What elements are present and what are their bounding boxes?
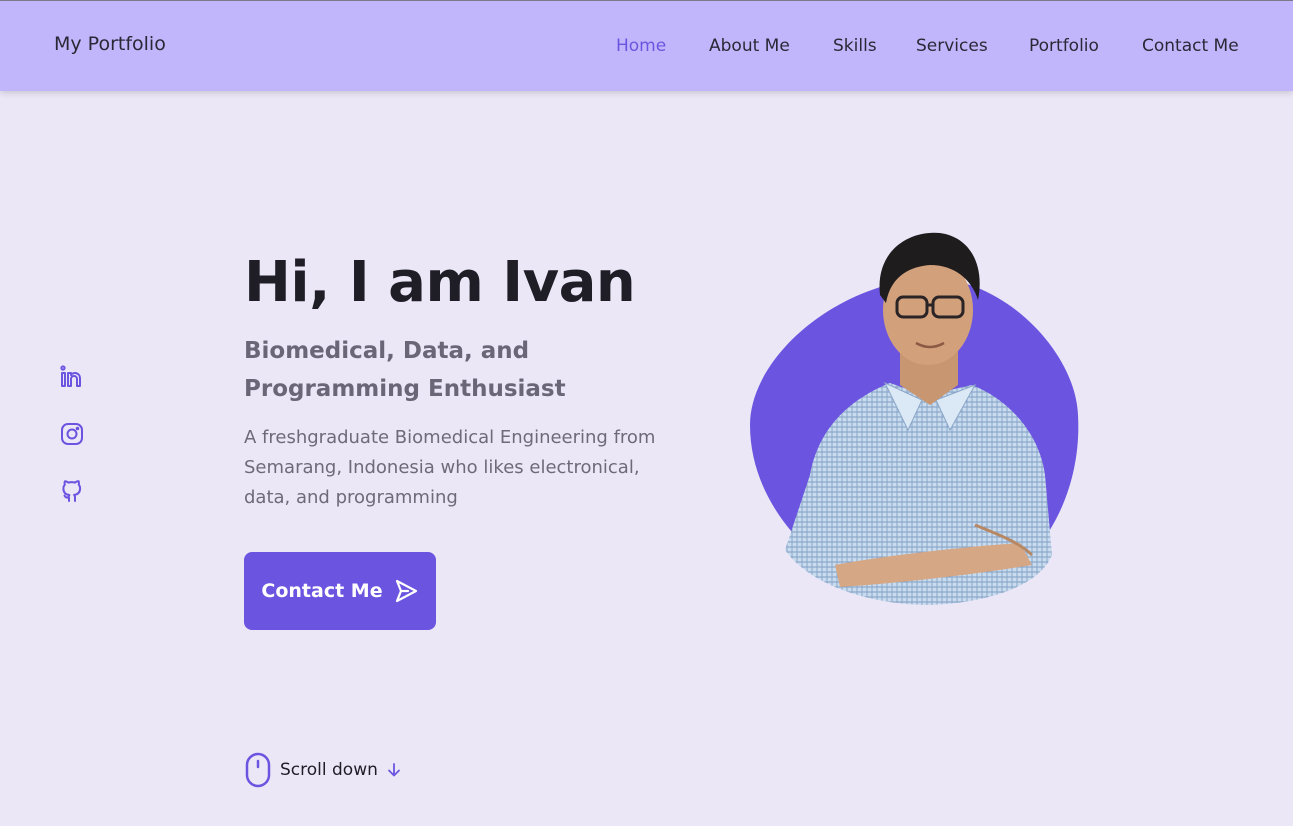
- nav-contact-me[interactable]: Contact Me: [1142, 36, 1239, 56]
- contact-me-button[interactable]: Contact Me: [244, 552, 436, 630]
- nav-skills[interactable]: Skills: [833, 36, 877, 56]
- nav-portfolio[interactable]: Portfolio: [1029, 36, 1099, 56]
- mouse-icon: [245, 752, 271, 788]
- main-nav: Home About Me Skills Services Portfolio …: [0, 36, 1293, 60]
- nav-services[interactable]: Services: [916, 36, 988, 56]
- contact-me-button-label: Contact Me: [261, 580, 383, 602]
- hero-subtitle: Biomedical, Data, and Programming Enthus…: [244, 338, 566, 402]
- header: My Portfolio Home About Me Skills Servic…: [0, 0, 1293, 91]
- instagram-icon[interactable]: [59, 421, 85, 447]
- hero-description: A freshgraduate Biomedical Engineering f…: [244, 427, 656, 508]
- scroll-down[interactable]: Scroll down: [244, 752, 402, 788]
- nav-home[interactable]: Home: [616, 36, 666, 56]
- arrow-down-icon: [387, 763, 400, 777]
- scroll-down-label: Scroll down: [280, 760, 378, 780]
- send-icon: [395, 579, 417, 603]
- nav-about-me[interactable]: About Me: [709, 36, 790, 56]
- github-icon[interactable]: [59, 479, 85, 505]
- linkedin-icon[interactable]: [59, 364, 85, 390]
- hero-image: [740, 225, 1090, 610]
- hero-title: Hi, I am Ivan: [244, 250, 636, 315]
